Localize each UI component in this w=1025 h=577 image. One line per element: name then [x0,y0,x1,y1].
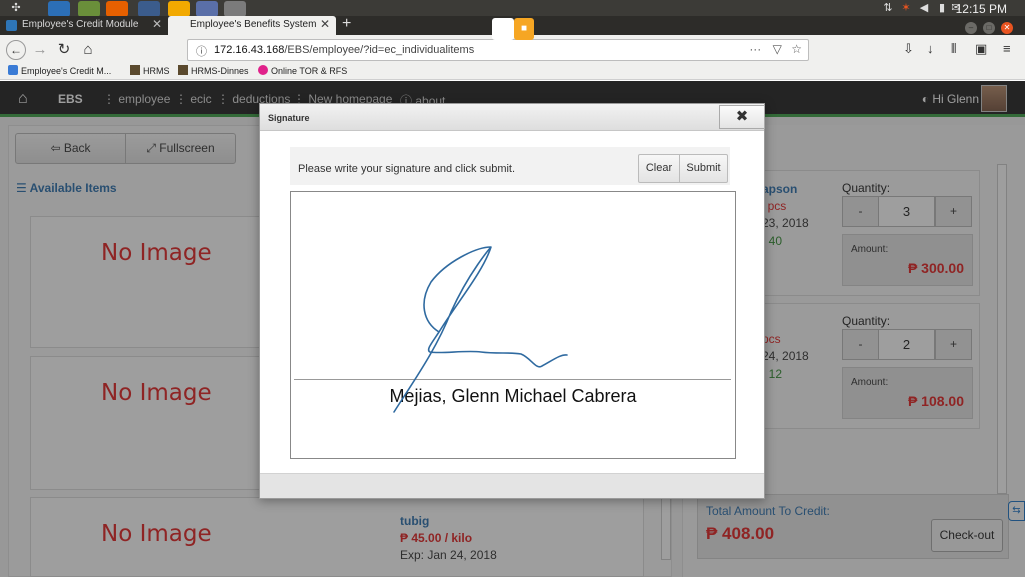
bookmark-favicon-icon [130,65,140,75]
library-inbox-icon[interactable]: ⇩ [903,41,914,57]
tab-close-icon[interactable]: ✕ [320,16,330,33]
bookmark-favicon-icon [8,65,18,75]
bookmark-label: Online TOR & RFS [271,66,348,76]
signature-stroke [393,246,568,413]
minimize-icon[interactable]: – [965,22,977,34]
url-text[interactable]: 172.16.43.168/EBS/employee/?id=ec_indivi… [214,44,474,56]
submit-button[interactable]: Submit [679,154,728,183]
bookmark-label: HRMS [143,66,170,76]
ubuntu-menu-icon[interactable]: ✣ [10,2,22,14]
browser-tab-credit-module[interactable]: Employee's Credit Module ✕ [0,16,168,35]
chrome-icon[interactable] [168,1,190,17]
bookmark-hrms[interactable]: HRMS [130,65,170,76]
screen-recorder-badge[interactable]: ■ [492,18,534,40]
volume-icon[interactable]: ◀ [918,2,930,14]
battery-icon[interactable]: ▮ [936,2,948,14]
url-host: 172.16.43.168 [214,44,285,56]
clear-button[interactable]: Clear [638,154,680,183]
reload-icon[interactable]: ↻ [54,40,74,60]
tab-favicon-icon [6,20,17,31]
camera-icon: ■ [514,18,534,40]
bookmark-hrms-dinnes[interactable]: HRMS-Dinnes [178,65,249,76]
maximize-icon[interactable]: □ [983,22,995,34]
firefox-icon[interactable] [106,1,128,17]
signature-instruction: Please write your signature and click su… [298,163,516,175]
downloads-icon[interactable]: ↓ [927,41,934,56]
tab-close-icon[interactable]: ✕ [152,16,162,33]
page-actions: ··· ▽ ☆ [749,42,802,56]
browser-tab-benefits-system[interactable]: Employee's Benefits System ✕ [168,16,336,35]
bookmark-favicon-icon [258,65,268,75]
signature-modal: Signature ✖ Please write your signature … [259,103,765,499]
menu-hamburger-icon[interactable]: ≡ [1003,41,1011,56]
bolt-app-icon[interactable] [138,1,160,17]
modal-header: Signature ✖ [260,104,765,131]
modal-footer [260,473,764,498]
close-icon[interactable]: ✖ [719,105,765,129]
forward-arrow-icon[interactable]: → [30,40,50,60]
bookmark-favicon-icon [178,65,188,75]
window-close-icon[interactable]: ✕ [1001,22,1013,34]
site-info-icon[interactable]: ⓘ [196,43,207,59]
firefox-icon [492,18,514,40]
tab-label: Employee's Benefits System [190,19,317,30]
window-controls: – □ ✕ [959,19,1013,34]
more-actions-icon[interactable]: ··· [749,42,761,56]
bookmarks-bar: Employee's Credit M... HRMS HRMS-Dinnes … [0,64,1025,80]
back-arrow-icon[interactable]: ← [6,40,26,60]
sidebar-icon[interactable]: ▣ [975,41,987,57]
library-icon[interactable]: ⫴ [951,41,956,57]
home-icon[interactable]: ⌂ [78,40,98,60]
tab-label: Employee's Credit Module [22,19,139,30]
app-launcher-icon[interactable] [48,1,70,17]
bluetooth-icon[interactable]: ✶ [900,2,912,14]
pocket-icon[interactable]: ▽ [773,42,782,56]
url-path: /EBS/employee/?id=ec_individualitems [284,44,475,56]
bookmark-star-icon[interactable]: ☆ [791,42,802,56]
address-bar[interactable]: ⓘ 172.16.43.168/EBS/employee/?id=ec_indi… [187,39,809,61]
android-app-icon[interactable] [78,1,100,17]
clock[interactable]: 12:15 PM [956,2,1007,16]
file-manager-icon[interactable] [196,1,218,17]
signature-toolbar: Please write your signature and click su… [290,147,730,185]
bookmark-label: HRMS-Dinnes [191,66,249,76]
bookmark-online-tor[interactable]: Online TOR & RFS [258,65,347,76]
workspace-icon[interactable] [224,1,246,17]
new-tab-plus-icon[interactable]: + [342,15,351,33]
modal-title: Signature [268,113,310,123]
bookmark-label: Employee's Credit M... [21,66,112,76]
signature-pad[interactable]: Mejias, Glenn Michael Cabrera [290,191,736,459]
bookmark-credit-module[interactable]: Employee's Credit M... [8,65,111,76]
network-icon[interactable]: ⇅ [882,2,894,14]
